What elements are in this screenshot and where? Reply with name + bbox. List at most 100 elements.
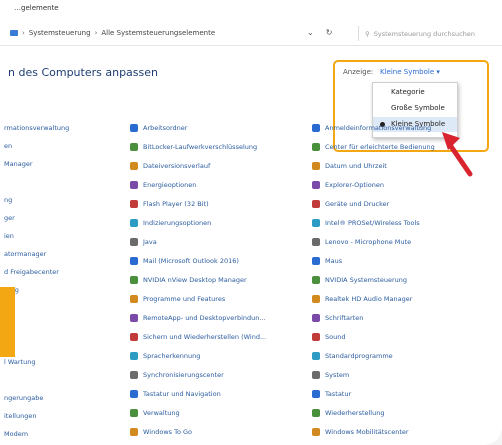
control-panel-item[interactable]: NVIDIA Systemsteuerung: [312, 276, 407, 284]
control-panel-item[interactable]: RemoteApp- und Desktopverbindun...: [130, 314, 266, 322]
control-panel-item[interactable]: Center für erleichterte Bedienung: [312, 143, 435, 151]
control-panel-item[interactable]: Manager: [4, 160, 33, 168]
item-icon: [312, 181, 320, 189]
control-panel-item[interactable]: Indizierungsoptionen: [130, 219, 211, 227]
item-icon: [130, 352, 138, 360]
search-icon: ⚲: [365, 29, 370, 38]
control-panel-item[interactable]: Intel® PROSet/Wireless Tools: [312, 219, 420, 227]
control-panel-item[interactable]: d Freigabecenter: [4, 268, 59, 276]
control-panel-item[interactable]: ien: [4, 232, 14, 240]
chevron-down-icon[interactable]: ⌄: [307, 28, 314, 37]
item-label: l Wartung: [4, 358, 36, 366]
item-icon: [130, 143, 138, 151]
item-icon: [130, 390, 138, 398]
item-label: Tastatur und Navigation: [143, 390, 221, 398]
control-panel-item[interactable]: itellungen: [4, 412, 36, 420]
control-panel-item[interactable]: Schriftarten: [312, 314, 363, 322]
item-label: Arbeitsordner: [143, 124, 188, 132]
control-panel-item[interactable]: ng: [4, 196, 12, 204]
control-panel-item[interactable]: Energieoptionen: [130, 181, 196, 189]
control-panel-item[interactable]: l Wartung: [4, 358, 35, 366]
control-panel-item[interactable]: atormanager: [4, 250, 46, 258]
control-panel-item[interactable]: Windows Mobilitätscenter: [312, 428, 409, 436]
control-panel-item[interactable]: en: [4, 142, 12, 150]
item-label: Anmeldeinformationsverwaltung: [325, 124, 432, 132]
item-icon: [130, 238, 138, 246]
item-label: Windows Mobilitätscenter: [325, 428, 409, 436]
page-title: n des Computers anpassen: [8, 66, 158, 79]
item-icon: [312, 219, 320, 227]
item-icon: [312, 371, 320, 379]
search-input[interactable]: ⚲ Systemsteuerung durchsuchen: [358, 26, 502, 41]
item-label: System: [325, 371, 350, 379]
item-label: Lenovo - Microphone Mute: [325, 238, 412, 246]
control-panel-icon: [10, 30, 18, 36]
control-panel-item[interactable]: Dateiversionsverlauf: [130, 162, 210, 170]
control-panel-item[interactable]: Tastatur und Navigation: [130, 390, 221, 398]
search-placeholder: Systemsteuerung durchsuchen: [373, 29, 475, 38]
control-panel-item[interactable]: Arbeitsordner: [130, 124, 187, 132]
control-panel-item[interactable]: Datum und Uhrzeit: [312, 162, 387, 170]
control-panel-item[interactable]: Maus: [312, 257, 342, 265]
control-panel-item[interactable]: Lenovo - Microphone Mute: [312, 238, 411, 246]
control-panel-item[interactable]: Java: [130, 238, 157, 246]
control-panel-item[interactable]: Realtek HD Audio Manager: [312, 295, 412, 303]
control-panel-item[interactable]: Mail (Microsoft Outlook 2016): [130, 257, 239, 265]
control-panel-item[interactable]: NVIDIA nView Desktop Manager: [130, 276, 247, 284]
item-icon: [130, 428, 138, 436]
item-label: Verwaltung: [143, 409, 180, 417]
control-panel-item[interactable]: Wiederherstellung: [312, 409, 384, 417]
control-panel-item[interactable]: Anmeldeinformationsverwaltung: [312, 124, 431, 132]
control-panel-item[interactable]: System: [312, 371, 349, 379]
item-label: en: [4, 142, 13, 150]
control-panel-item[interactable]: Synchronisierungscenter: [130, 371, 224, 379]
item-label: atormanager: [4, 250, 47, 258]
item-icon: [130, 257, 138, 265]
breadcrumb-systemsteuerung[interactable]: Systemsteuerung: [29, 29, 91, 37]
breadcrumb-all-items[interactable]: Alle Systemsteuerungselemente: [101, 29, 215, 37]
item-icon: [130, 371, 138, 379]
item-label: Flash Player (32 Bit): [143, 200, 209, 208]
item-icon: [312, 390, 320, 398]
control-panel-item[interactable]: rmationsverwaltung: [4, 124, 69, 132]
item-label: Geräte und Drucker: [325, 200, 390, 208]
control-panel-item[interactable]: Geräte und Drucker: [312, 200, 389, 208]
control-panel-item[interactable]: Explorer-Optionen: [312, 181, 384, 189]
control-panel-item[interactable]: Programme und Features: [130, 295, 225, 303]
item-label: Schriftarten: [325, 314, 364, 322]
control-panel-item[interactable]: Sound: [312, 333, 345, 341]
item-icon: [312, 124, 320, 132]
item-label: Synchronisierungscenter: [143, 371, 224, 379]
control-panel-item[interactable]: Standardprogramme: [312, 352, 393, 360]
address-controls: ⌄ ↻: [307, 28, 332, 37]
item-icon: [130, 276, 138, 284]
control-panel-item[interactable]: Spracherkennung: [130, 352, 200, 360]
item-label: Manager: [4, 160, 33, 168]
control-panel-item[interactable]: Verwaltung: [130, 409, 180, 417]
item-label: ng: [4, 196, 13, 204]
item-label: Explorer-Optionen: [325, 181, 384, 189]
item-label: Tastatur: [325, 390, 352, 398]
item-label: Dateiversionsverlauf: [143, 162, 211, 170]
item-label: rmationsverwaltung: [4, 124, 70, 132]
control-panel-item[interactable]: BitLocker-Laufwerkverschlüsselung: [130, 143, 257, 151]
control-panel-item[interactable]: Sichern und Wiederherstellen (Wind...: [130, 333, 266, 341]
control-panel-item[interactable]: ngerungabe: [4, 394, 43, 402]
item-icon: [130, 333, 138, 341]
item-label: Intel® PROSet/Wireless Tools: [325, 219, 420, 227]
item-icon: [130, 200, 138, 208]
item-label: BitLocker-Laufwerkverschlüsselung: [143, 143, 258, 151]
address-bar: › Systemsteuerung › Alle Systemsteuerung…: [0, 22, 502, 46]
control-panel-item[interactable]: Windows To Go: [130, 428, 192, 436]
control-panel-item[interactable]: Flash Player (32 Bit): [130, 200, 209, 208]
item-icon: [130, 124, 138, 132]
chevron-right-icon: ›: [22, 29, 25, 37]
item-icon: [130, 162, 138, 170]
item-label: Programme und Features: [143, 295, 226, 303]
control-panel-item[interactable]: Modem: [4, 430, 28, 438]
control-panel-item[interactable]: Tastatur: [312, 390, 351, 398]
refresh-icon[interactable]: ↻: [326, 28, 333, 37]
item-label: ngerungabe: [4, 394, 44, 402]
item-label: Realtek HD Audio Manager: [325, 295, 413, 303]
control-panel-item[interactable]: ger: [4, 214, 15, 222]
